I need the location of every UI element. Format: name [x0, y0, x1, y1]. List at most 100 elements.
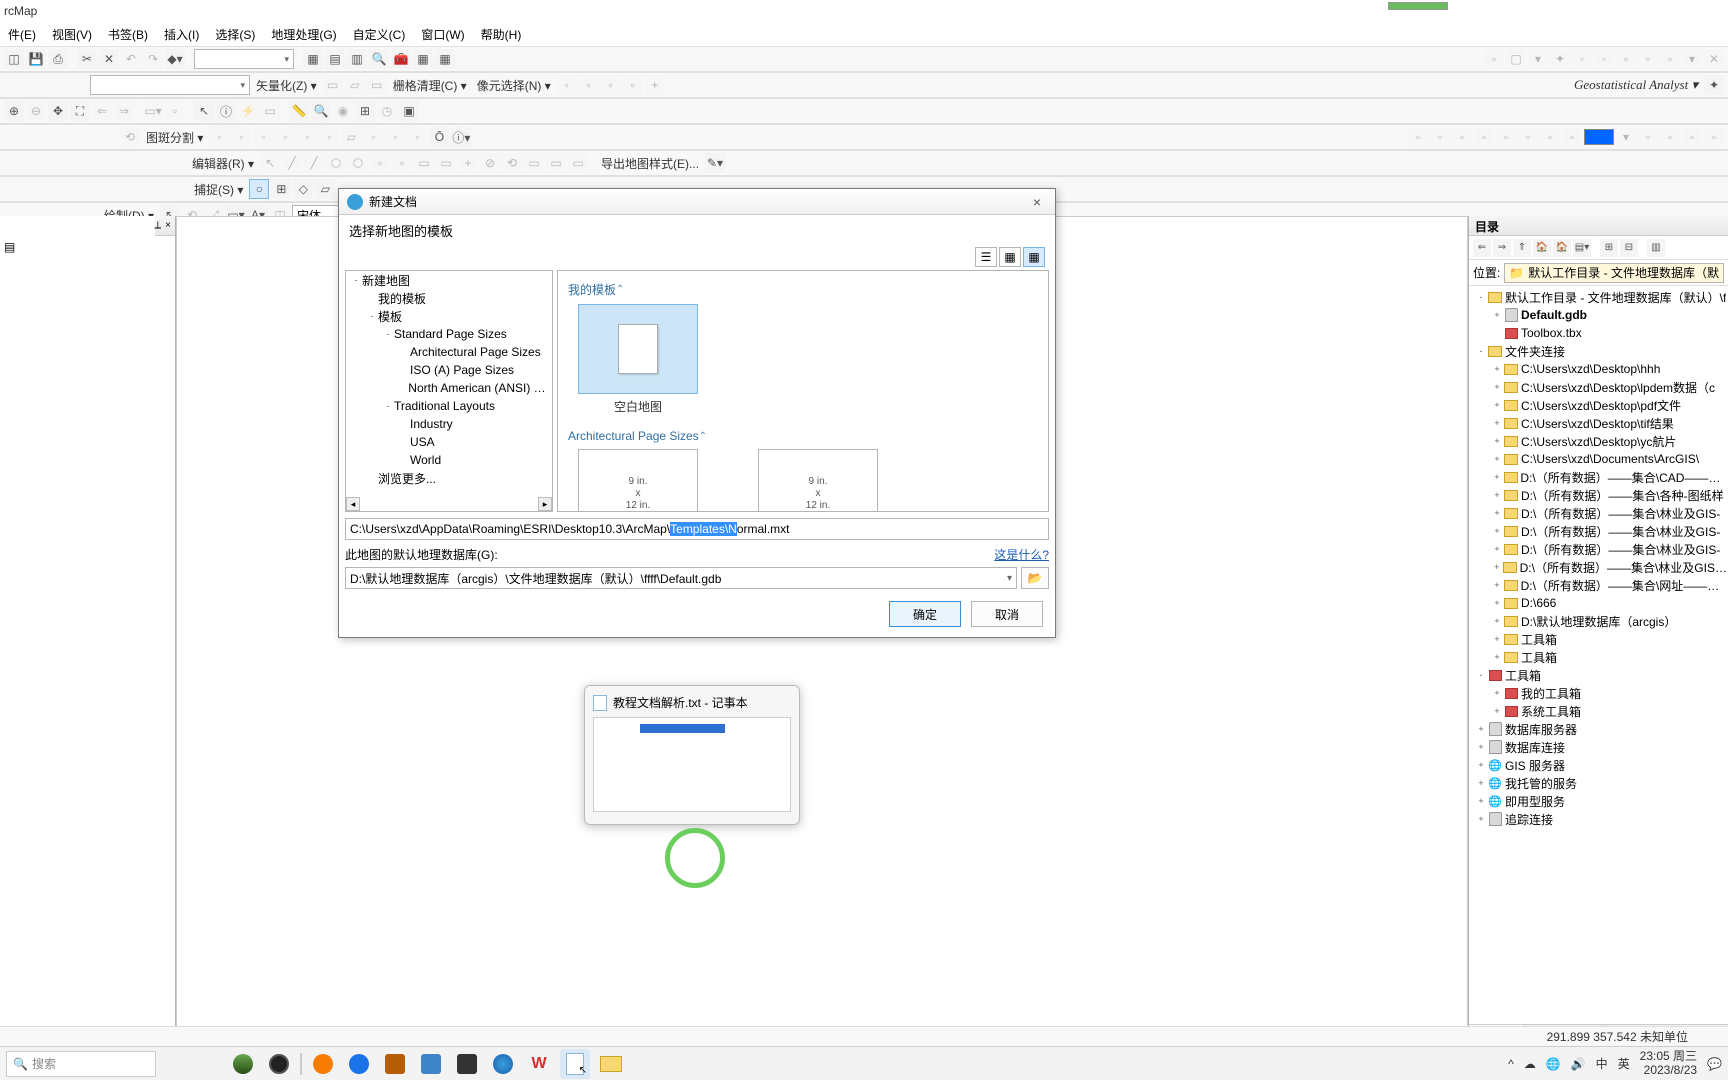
menu-window[interactable]: 窗口(W) [415, 24, 470, 45]
e5[interactable]: ⬡ [348, 153, 368, 173]
app-icon-obs[interactable] [264, 1049, 294, 1079]
tb-btn-grp2e[interactable]: ◦ [1572, 49, 1592, 69]
catalog-tree-item[interactable]: +Default.gdb [1469, 306, 1728, 324]
p8[interactable]: ◦ [363, 127, 383, 147]
e1[interactable]: ↖ [260, 153, 280, 173]
cell-select-menu[interactable]: 像元选择(N) ▾ [473, 77, 555, 94]
catalog-tree-item[interactable]: +我的工具箱 [1469, 684, 1728, 702]
save-button[interactable]: 💾 [26, 49, 46, 69]
dialog-close-icon[interactable]: × [1027, 194, 1047, 210]
e13[interactable]: ▭ [524, 153, 544, 173]
catalog-tree-item[interactable]: +C:\Users\xzd\Desktop\tif结果 [1469, 414, 1728, 432]
app-icon-blender[interactable] [308, 1049, 338, 1079]
collapse-icon[interactable]: ⌃ [616, 284, 624, 295]
cell-btn1[interactable]: ▫ [557, 75, 577, 95]
zoom-out-button[interactable]: ⊖ [26, 101, 46, 121]
color-swatch[interactable] [1584, 129, 1614, 145]
catalog-tree-item[interactable]: +🌐GIS 服务器 [1469, 756, 1728, 774]
catalog-tree-item[interactable]: +工具箱 [1469, 648, 1728, 666]
catalog-tree-item[interactable]: +C:\Users\xzd\Desktop\yc航片 [1469, 432, 1728, 450]
python-button[interactable]: ▦ [413, 49, 433, 69]
clear-selection-button[interactable]: ▫ [165, 101, 185, 121]
search-button[interactable]: 🔍 [369, 49, 389, 69]
p6[interactable]: ◦ [319, 127, 339, 147]
e6[interactable]: ▫ [370, 153, 390, 173]
geostat-wizard-icon[interactable]: ✦ [1704, 75, 1724, 95]
pointer-button[interactable]: ↖ [194, 101, 214, 121]
catalog-button[interactable]: ▥ [347, 49, 367, 69]
gdb-path-combo[interactable]: D:\默认地理数据库（arcgis）\文件地理数据库（默认）\ffff\Defa… [345, 567, 1017, 589]
catalog-tree-item[interactable]: -工具箱 [1469, 666, 1728, 684]
snap-vertex-icon[interactable]: ◇ [293, 179, 313, 199]
menu-help[interactable]: 帮助(H) [475, 24, 528, 45]
editor-toolbar-btn[interactable]: ▦ [303, 49, 323, 69]
catalog-tree-item[interactable]: +D:\（所有数据）——集合\CAD——知识 [1469, 468, 1728, 486]
app-icon-1[interactable] [228, 1049, 258, 1079]
tray-clock[interactable]: 23:05 周三 2023/8/23 [1640, 1050, 1697, 1076]
r13[interactable]: ▫ [1704, 127, 1724, 147]
redo-button[interactable]: ↷ [143, 49, 163, 69]
snap-end-icon[interactable]: ⊞ [271, 179, 291, 199]
view-list-icon[interactable]: ☰ [975, 247, 997, 267]
tb-btn-grp2d[interactable]: ✦ [1550, 49, 1570, 69]
catalog-tree-item[interactable]: +工具箱 [1469, 630, 1728, 648]
hyperlink-button[interactable]: ⚡ [238, 101, 258, 121]
catalog-tree-item[interactable]: +数据库连接 [1469, 738, 1728, 756]
collapse-icon-2[interactable]: ⌃ [699, 431, 707, 442]
app-icon-cube[interactable] [380, 1049, 410, 1079]
viewer-button[interactable]: ▣ [399, 101, 419, 121]
vec-btn3[interactable]: ▭ [367, 75, 387, 95]
cancel-button[interactable]: 取消 [971, 601, 1043, 627]
e7[interactable]: ▫ [392, 153, 412, 173]
app-icon-dark[interactable] [452, 1049, 482, 1079]
p5[interactable]: ◦ [297, 127, 317, 147]
cell-btn4[interactable]: ▫ [623, 75, 643, 95]
tb-btn-grp2g[interactable]: ▫ [1616, 49, 1636, 69]
scale-combo[interactable] [194, 49, 294, 69]
r10[interactable]: ▫ [1638, 127, 1658, 147]
toc-close-icon[interactable]: × [163, 220, 173, 231]
r8[interactable]: ▫ [1562, 127, 1582, 147]
cut-button[interactable]: ✂ [77, 49, 97, 69]
catalog-tree-item[interactable]: +C:\Users\xzd\Documents\ArcGIS\ [1469, 450, 1728, 468]
arctoolbox-button[interactable]: 🧰 [391, 49, 411, 69]
snap-edge-icon[interactable]: ▱ [315, 179, 335, 199]
r11[interactable]: ▫ [1660, 127, 1680, 147]
identify-button[interactable]: ⓘ [216, 101, 236, 121]
tb-btn-grp2f[interactable]: ◦ [1594, 49, 1614, 69]
spot-split-menu[interactable]: 图斑分割 ▾ [142, 129, 207, 146]
tray-ime-lang[interactable]: 英 [1618, 1055, 1630, 1072]
app-icon-notepad[interactable]: ↖ [560, 1049, 590, 1079]
print-button[interactable]: ⎙ [48, 49, 68, 69]
e15[interactable]: ▭ [568, 153, 588, 173]
whats-this-link[interactable]: 这是什么? [994, 546, 1049, 563]
template-path[interactable]: C:\Users\xzd\AppData\Roaming\ESRI\Deskto… [345, 518, 1049, 540]
e8[interactable]: ▭ [414, 153, 434, 173]
snap-point-icon[interactable]: ○ [249, 179, 269, 199]
geostat-analyst[interactable]: Geostatistical Analyst ▾ [1570, 77, 1702, 93]
cell-btn5[interactable]: + [645, 75, 665, 95]
catalog-tree-item[interactable]: -文件夹连接 [1469, 342, 1728, 360]
cat-toggle-icon[interactable]: ▥ [1647, 239, 1665, 257]
r9[interactable]: ▾ [1616, 127, 1636, 147]
zoom-in-button[interactable]: ⊕ [4, 101, 24, 121]
measure-button[interactable]: 📏 [289, 101, 309, 121]
cell-btn3[interactable]: ▫ [601, 75, 621, 95]
tb-btn-grp2a[interactable]: ▫ [1484, 49, 1504, 69]
catalog-tree-item[interactable]: +D:\（所有数据）——集合\林业及GIS- [1469, 522, 1728, 540]
r3[interactable]: ▫ [1452, 127, 1472, 147]
tb-btn-grp2j[interactable]: ▾ [1682, 49, 1702, 69]
cat-back-icon[interactable]: ⇐ [1473, 239, 1491, 257]
app-icon-explorer[interactable] [596, 1049, 626, 1079]
tb-btn-grp2h[interactable]: ▫ [1638, 49, 1658, 69]
pencil-icon[interactable]: ✎▾ [705, 153, 725, 173]
browse-gdb-button[interactable]: 📂 [1021, 567, 1049, 589]
select-features-button[interactable]: ▭▾ [143, 101, 163, 121]
r5[interactable]: ▫ [1496, 127, 1516, 147]
e9[interactable]: ▭ [436, 153, 456, 173]
cat-list-icon[interactable]: ▤▾ [1573, 239, 1591, 257]
template-tree[interactable]: -新建地图 我的模板 -模板 -Standard Page Sizes Arch… [345, 270, 553, 512]
tray-volume-icon[interactable]: 🔊 [1571, 1057, 1586, 1071]
editor-menu[interactable]: 编辑器(R) ▾ [188, 155, 258, 172]
tray-network-icon[interactable]: 🌐 [1546, 1057, 1561, 1071]
